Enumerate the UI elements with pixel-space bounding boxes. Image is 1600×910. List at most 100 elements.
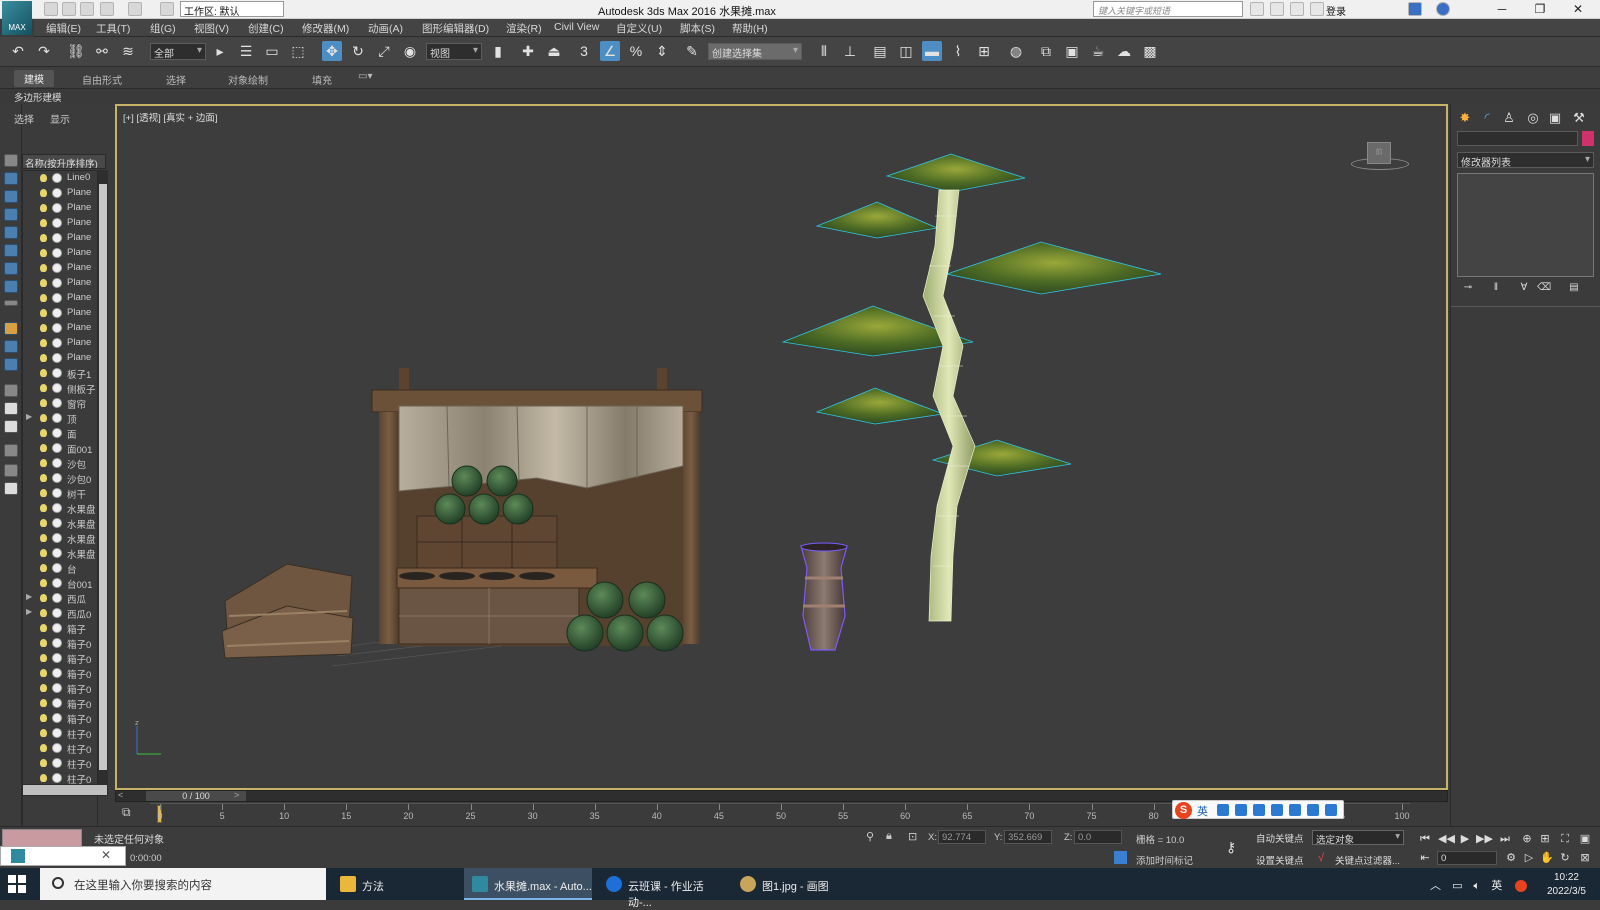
named-selection-dropdown[interactable]: 创建选择集 xyxy=(708,43,802,60)
vertical-scrollbar[interactable] xyxy=(98,170,108,790)
close-button[interactable]: ✕ xyxy=(1560,1,1596,18)
open-file-icon[interactable] xyxy=(62,2,76,16)
task-3dsmax[interactable]: 水果摊.max - Auto... xyxy=(464,868,592,900)
light-bulb-icon[interactable] xyxy=(40,549,47,557)
visibility-icon[interactable] xyxy=(52,173,62,183)
task-paint[interactable]: 图1.jpg - 画图 xyxy=(732,868,860,900)
list-item[interactable]: Plane xyxy=(23,246,97,261)
max-viewport-icon[interactable]: ▣ xyxy=(1578,832,1592,846)
filter-xrefs-icon[interactable] xyxy=(4,322,18,335)
visibility-icon[interactable] xyxy=(52,203,62,213)
visibility-icon[interactable] xyxy=(52,308,62,318)
sogou-icon[interactable]: S xyxy=(1175,802,1192,819)
modifier-list-dropdown[interactable]: 修改器列表 xyxy=(1457,152,1594,169)
auto-key-button[interactable]: 自动关键点 xyxy=(1256,831,1304,845)
light-bulb-icon[interactable] xyxy=(40,504,47,512)
render-online-icon[interactable]: ▩ xyxy=(1140,41,1160,61)
display-tab-icon[interactable]: ▣ xyxy=(1547,110,1563,126)
visibility-icon[interactable] xyxy=(52,188,62,198)
light-bulb-icon[interactable] xyxy=(40,639,47,647)
visibility-icon[interactable] xyxy=(52,248,62,258)
display-none-icon[interactable] xyxy=(4,154,18,167)
curve-editor-icon[interactable]: ⌇ xyxy=(948,41,968,61)
ribbon-tab-selection[interactable]: 选择 xyxy=(166,72,186,87)
clock[interactable]: 10:22 2022/3/5 xyxy=(1547,871,1586,899)
task-browser[interactable]: 云班课 - 作业活动-... xyxy=(598,868,726,909)
list-item[interactable]: Plane xyxy=(23,201,97,216)
help-search-input[interactable]: 键入关键字或短语 xyxy=(1093,1,1243,17)
ime-emoji-icon[interactable] xyxy=(1235,804,1247,816)
light-bulb-icon[interactable] xyxy=(40,714,47,722)
visibility-icon[interactable] xyxy=(52,563,62,573)
x-coord-field[interactable]: 92.774 xyxy=(938,830,986,844)
light-bulb-icon[interactable] xyxy=(40,354,47,362)
motion-tab-icon[interactable]: ◎ xyxy=(1525,110,1541,126)
list-item[interactable]: 柱子0 xyxy=(23,756,97,771)
visibility-icon[interactable] xyxy=(52,578,62,588)
create-tab-icon[interactable]: ✸ xyxy=(1457,110,1473,126)
set-key-button[interactable]: 设置关键点 xyxy=(1256,853,1304,867)
ribbon-tab-populate[interactable]: 填充 xyxy=(312,72,332,87)
visibility-icon[interactable] xyxy=(52,458,62,468)
list-item[interactable]: Plane xyxy=(23,321,97,336)
light-bulb-icon[interactable] xyxy=(40,384,47,392)
visibility-icon[interactable] xyxy=(52,353,62,363)
list-item[interactable]: 箱子0 xyxy=(23,651,97,666)
list-item[interactable]: Line0 xyxy=(23,171,97,186)
menu-scripting[interactable]: 脚本(S) xyxy=(680,21,715,36)
visibility-icon[interactable] xyxy=(52,323,62,333)
list-item[interactable]: 箱子 xyxy=(23,621,97,636)
unlink-icon[interactable]: ⚯ xyxy=(92,41,112,61)
set-key-icon[interactable]: ⚷ xyxy=(1226,839,1236,856)
visibility-icon[interactable] xyxy=(52,218,62,228)
visibility-icon[interactable] xyxy=(52,668,62,678)
light-bulb-icon[interactable] xyxy=(40,249,47,257)
select-move-icon[interactable]: ✥ xyxy=(322,41,342,61)
ribbon-tab-modeling[interactable]: 建模 xyxy=(14,70,54,87)
list-item[interactable]: 水果盘 xyxy=(23,501,97,516)
ime-lang[interactable]: 英 xyxy=(1197,803,1208,819)
zoom-extents-icon[interactable]: ⛶ xyxy=(1558,832,1572,846)
visibility-icon[interactable] xyxy=(52,743,62,753)
play-icon[interactable]: ▶ xyxy=(1458,832,1472,846)
menu-animation[interactable]: 动画(A) xyxy=(368,21,403,36)
zoom-all-icon[interactable]: ⊞ xyxy=(1538,832,1552,846)
material-editor-icon[interactable]: ◍ xyxy=(1006,41,1026,61)
list-item[interactable]: 柱子0 xyxy=(23,726,97,741)
ime-user-icon[interactable] xyxy=(1289,804,1301,816)
configure-modifier-sets-icon[interactable]: ▤ xyxy=(1567,282,1581,295)
visibility-icon[interactable] xyxy=(52,428,62,438)
light-bulb-icon[interactable] xyxy=(40,579,47,587)
object-color-swatch[interactable] xyxy=(1582,131,1594,146)
spinner-snap-icon[interactable]: ⇕ xyxy=(652,41,672,61)
light-bulb-icon[interactable] xyxy=(40,729,47,737)
list-item[interactable]: 箱子0 xyxy=(23,666,97,681)
transform-mode-icon[interactable]: ⊡ xyxy=(908,830,917,843)
light-bulb-icon[interactable] xyxy=(40,459,47,467)
light-bulb-icon[interactable] xyxy=(40,189,47,197)
binoculars-icon[interactable] xyxy=(1250,2,1264,16)
visibility-icon[interactable] xyxy=(52,413,62,423)
menu-customize[interactable]: 自定义(U) xyxy=(616,21,662,36)
key-mode-icon[interactable]: ⇤ xyxy=(1418,851,1432,865)
list-item[interactable]: 台 xyxy=(23,561,97,576)
workspace-dropdown[interactable]: 工作区: 默认 xyxy=(180,1,284,18)
light-bulb-icon[interactable] xyxy=(40,594,47,602)
visibility-icon[interactable] xyxy=(52,773,62,783)
field-of-view-icon[interactable]: ▷ xyxy=(1522,851,1536,865)
filter-cameras-icon[interactable] xyxy=(4,226,18,239)
sogou-tray-icon[interactable] xyxy=(1515,880,1528,893)
restore-button[interactable]: ❐ xyxy=(1522,1,1558,18)
edit-named-sets-icon[interactable]: ✎ xyxy=(682,41,702,61)
ime-keyboard-icon[interactable] xyxy=(1271,804,1283,816)
select-rotate-icon[interactable]: ↻ xyxy=(348,41,368,61)
list-item[interactable]: 板子1 xyxy=(23,366,97,381)
time-config-icon[interactable]: ⚙ xyxy=(1504,851,1518,865)
place-icon[interactable]: ◉ xyxy=(400,41,420,61)
volume-icon[interactable]: 🔈︎ xyxy=(1474,880,1481,892)
add-time-tag[interactable]: 添加时间标记 xyxy=(1136,853,1193,867)
visibility-icon[interactable] xyxy=(52,278,62,288)
scrollbar-thumb[interactable] xyxy=(99,184,107,770)
menu-modifiers[interactable]: 修改器(M) xyxy=(302,21,349,36)
light-bulb-icon[interactable] xyxy=(40,519,47,527)
